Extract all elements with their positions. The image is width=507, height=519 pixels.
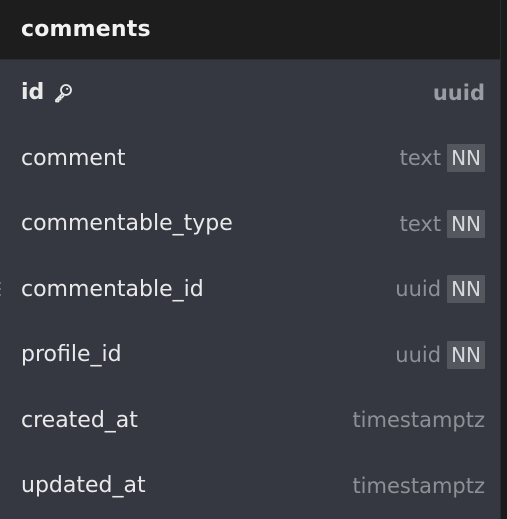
column-meta: uuid NN — [395, 340, 485, 369]
column-name: created_at — [21, 407, 138, 433]
column-meta: timestamptz — [352, 408, 485, 432]
column-meta: text NN — [399, 209, 485, 238]
column-name-cell: profile_id — [21, 342, 122, 367]
column-row-id[interactable]: id uuid — [0, 60, 500, 126]
column-name: id — [21, 80, 45, 106]
key-icon — [52, 82, 74, 104]
column-meta: uuid — [433, 81, 485, 105]
column-name-cell: comment — [21, 146, 126, 171]
column-name-cell: commentable_type — [21, 211, 233, 236]
table-card[interactable]: comments id uuid comment text NN comment… — [0, 0, 501, 519]
column-meta: timestamptz — [352, 474, 485, 498]
column-row-commentable-id[interactable]: commentable_id uuid NN — [0, 257, 500, 323]
relation-connector-handle[interactable] — [0, 282, 3, 297]
column-name-cell: id — [21, 80, 74, 105]
column-name-cell: updated_at — [21, 473, 146, 498]
column-name-cell: commentable_id — [21, 277, 204, 302]
column-type: timestamptz — [352, 408, 485, 433]
column-name: comment — [21, 145, 126, 171]
column-row-updated-at[interactable]: updated_at timestamptz — [0, 453, 500, 519]
not-null-badge: NN — [447, 144, 485, 173]
not-null-badge: NN — [447, 340, 485, 369]
table-header[interactable]: comments — [0, 0, 500, 60]
column-type: uuid — [432, 80, 485, 105]
column-row-profile-id[interactable]: profile_id uuid NN — [0, 322, 500, 388]
column-type: uuid — [395, 277, 442, 302]
table-title: comments — [21, 17, 151, 42]
column-row-commentable-type[interactable]: commentable_type text NN — [0, 191, 500, 257]
column-name: commentable_id — [21, 276, 204, 302]
column-row-comment[interactable]: comment text NN — [0, 126, 500, 192]
not-null-badge: NN — [447, 275, 485, 304]
column-type: timestamptz — [352, 473, 485, 498]
column-type: text — [399, 146, 442, 171]
column-type: text — [399, 211, 442, 236]
column-name: profile_id — [21, 342, 122, 368]
column-list: id uuid comment text NN commentable_type… — [0, 60, 500, 519]
column-type: uuid — [395, 342, 442, 367]
column-meta: uuid NN — [395, 275, 485, 304]
not-null-badge: NN — [447, 209, 485, 238]
column-name: updated_at — [21, 473, 146, 499]
column-name: commentable_type — [21, 211, 233, 237]
column-meta: text NN — [399, 144, 485, 173]
column-name-cell: created_at — [21, 408, 138, 433]
column-row-created-at[interactable]: created_at timestamptz — [0, 388, 500, 454]
